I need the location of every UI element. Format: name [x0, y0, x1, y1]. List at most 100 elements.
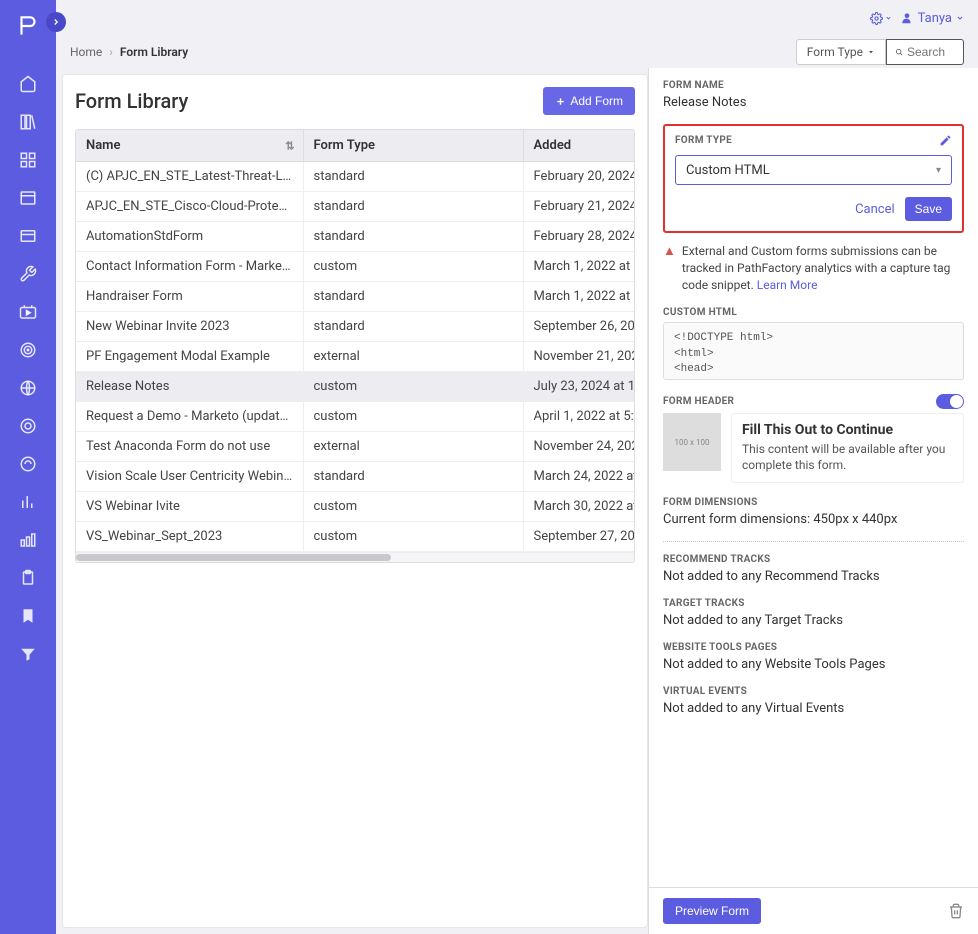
- table-row[interactable]: New Webinar Invite 2023standardSeptember…: [76, 312, 634, 342]
- user-menu[interactable]: Tanya: [900, 11, 964, 26]
- virtual-label: VIRTUAL EVENTS: [663, 686, 964, 697]
- cell-name: (C) APJC_EN_STE_Latest-Threat-Landscape-…: [76, 162, 303, 192]
- cell-name: VS_Webinar_Sept_2023: [76, 522, 303, 552]
- cell-name: Contact Information Form - Marketo(updat…: [76, 252, 303, 282]
- col-header-type[interactable]: Form Type: [303, 130, 523, 162]
- add-form-label: Add Form: [570, 94, 623, 108]
- cell-added: March 1, 2022 at 6: [523, 252, 634, 282]
- form-header-toggle[interactable]: [936, 394, 964, 409]
- nav-filter-icon[interactable]: [8, 636, 48, 672]
- cell-added: February 28, 2024: [523, 222, 634, 252]
- save-button[interactable]: Save: [905, 197, 952, 221]
- nav-globe1-icon[interactable]: [8, 370, 48, 406]
- table-row[interactable]: VS Webinar IvitecustomMarch 30, 2022 at: [76, 492, 634, 522]
- recommend-value: Not added to any Recommend Tracks: [663, 569, 964, 584]
- cell-added: September 27, 20: [523, 522, 634, 552]
- cell-name: Release Notes: [76, 372, 303, 402]
- table-row[interactable]: VS_Webinar_Sept_2023customSeptember 27, …: [76, 522, 634, 552]
- cell-type: standard: [303, 282, 523, 312]
- sort-icon: ⇅: [285, 139, 294, 152]
- custom-html-label: CUSTOM HTML: [663, 307, 964, 318]
- search-input[interactable]: [907, 45, 955, 59]
- cell-name: Test Anaconda Form do not use: [76, 432, 303, 462]
- search-box[interactable]: [886, 39, 964, 65]
- form-type-label: FORM TYPE: [675, 135, 732, 146]
- table-row[interactable]: Contact Information Form - Marketo(updat…: [76, 252, 634, 282]
- form-type-filter[interactable]: Form Type: [796, 39, 886, 65]
- table-row[interactable]: PF Engagement Modal ExampleexternalNovem…: [76, 342, 634, 372]
- target-label: TARGET TRACKS: [663, 598, 964, 609]
- target-value: Not added to any Target Tracks: [663, 613, 964, 628]
- caret-down-icon: [867, 48, 875, 56]
- app-logo: [10, 8, 46, 44]
- table-row[interactable]: AutomationStdFormstandardFebruary 28, 20…: [76, 222, 634, 252]
- cell-type: custom: [303, 372, 523, 402]
- nav-bookmark-icon[interactable]: [8, 598, 48, 634]
- table-row[interactable]: Request a Demo - Marketo (updated Sept 2…: [76, 402, 634, 432]
- settings-gear-icon[interactable]: [870, 7, 892, 29]
- nav-window-icon[interactable]: [8, 218, 48, 254]
- nav-globe3-icon[interactable]: [8, 446, 48, 482]
- cell-type: custom: [303, 252, 523, 282]
- breadcrumb-home[interactable]: Home: [70, 45, 102, 59]
- cell-added: March 1, 2022 at 6: [523, 282, 634, 312]
- cell-added: November 24, 202: [523, 432, 634, 462]
- edit-pencil-icon[interactable]: [939, 134, 952, 147]
- cancel-button[interactable]: Cancel: [855, 202, 895, 217]
- nav-target-icon[interactable]: [8, 332, 48, 368]
- website-label: WEBSITE TOOLS PAGES: [663, 642, 964, 653]
- form-name-value: Release Notes: [663, 95, 964, 110]
- nav-video-icon[interactable]: [8, 294, 48, 330]
- form-type-edit-box: FORM TYPE Custom HTML ▾ Cancel Save: [663, 124, 964, 233]
- learn-more-link[interactable]: Learn More: [757, 278, 818, 292]
- form-name-label: FORM NAME: [663, 80, 964, 91]
- table-row[interactable]: (C) APJC_EN_STE_Latest-Threat-Landscape-…: [76, 162, 634, 192]
- nav-browser-icon[interactable]: [8, 180, 48, 216]
- form-type-dropdown[interactable]: Custom HTML ▾: [675, 155, 952, 185]
- custom-html-code[interactable]: <!DOCTYPE html> <html> <head> <title>Con…: [663, 322, 964, 380]
- nav-home-icon[interactable]: [8, 66, 48, 102]
- header-text-box: Fill This Out to Continue This content w…: [731, 413, 964, 482]
- search-icon: [895, 46, 903, 58]
- cell-name: APJC_EN_STE_Cisco-Cloud-Protection-Suite…: [76, 192, 303, 222]
- nav-tools-icon[interactable]: [8, 256, 48, 292]
- add-form-button[interactable]: Add Form: [543, 87, 635, 115]
- cell-added: February 21, 2024: [523, 192, 634, 222]
- cell-type: custom: [303, 522, 523, 552]
- forms-table: Name⇅ Form Type Added (C) APJC_EN_STE_La…: [76, 130, 634, 552]
- header-title: Fill This Out to Continue: [742, 422, 953, 438]
- nav-library-icon[interactable]: [8, 104, 48, 140]
- nav-clipboard-icon[interactable]: [8, 560, 48, 596]
- table-row[interactable]: Release NotescustomJuly 23, 2024 at 1: [76, 372, 634, 402]
- cell-added: March 24, 2022 at: [523, 462, 634, 492]
- nav-globe2-icon[interactable]: [8, 408, 48, 444]
- table-row[interactable]: Test Anaconda Form do not useexternalNov…: [76, 432, 634, 462]
- delete-trash-icon[interactable]: [948, 903, 964, 919]
- cell-name: New Webinar Invite 2023: [76, 312, 303, 342]
- cell-type: standard: [303, 162, 523, 192]
- table-row[interactable]: Handraiser FormstandardMarch 1, 2022 at …: [76, 282, 634, 312]
- header-desc: This content will be available after you…: [742, 442, 953, 473]
- table-row[interactable]: APJC_EN_STE_Cisco-Cloud-Protection-Suite…: [76, 192, 634, 222]
- preview-form-button[interactable]: Preview Form: [663, 898, 761, 924]
- cell-name: AutomationStdForm: [76, 222, 303, 252]
- sidebar-toggle[interactable]: [46, 12, 66, 32]
- nav-analytics-icon[interactable]: [8, 484, 48, 520]
- cell-type: standard: [303, 462, 523, 492]
- cell-name: Request a Demo - Marketo (updated Sept 2…: [76, 402, 303, 432]
- user-name: Tanya: [918, 11, 952, 26]
- sidebar: [0, 0, 56, 934]
- col-header-added[interactable]: Added: [523, 130, 634, 162]
- table-hscroll[interactable]: [76, 552, 634, 562]
- table-row[interactable]: Vision Scale User Centricity Webinar for…: [76, 462, 634, 492]
- nav-grid-icon[interactable]: [8, 142, 48, 178]
- cell-type: standard: [303, 192, 523, 222]
- virtual-value: Not added to any Virtual Events: [663, 701, 964, 716]
- nav-chart-icon[interactable]: [8, 522, 48, 558]
- form-type-value: Custom HTML: [686, 163, 770, 178]
- cell-added: September 26, 20: [523, 312, 634, 342]
- header-image-placeholder: 100 x 100: [663, 413, 721, 471]
- col-header-name[interactable]: Name⇅: [76, 130, 303, 162]
- cell-added: April 1, 2022 at 5:4: [523, 402, 634, 432]
- cell-added: February 20, 2024: [523, 162, 634, 192]
